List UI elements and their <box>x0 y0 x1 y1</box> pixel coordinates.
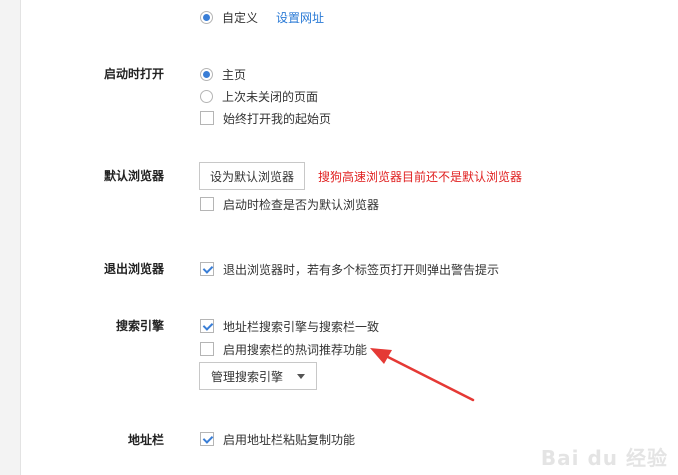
check-default-checkbox[interactable] <box>200 197 214 211</box>
check-default-label: 启动时检查是否为默认浏览器 <box>223 197 380 212</box>
address-bar-section-title: 地址栏 <box>127 433 164 447</box>
homepage-radio[interactable] <box>200 67 213 81</box>
custom-label: 自定义 <box>222 10 259 25</box>
warn-multiple-tabs-checkbox[interactable] <box>200 262 214 276</box>
address-bar-paste-checkbox[interactable] <box>200 432 214 446</box>
check-default-on-startup-option[interactable]: 启动时检查是否为默认浏览器 <box>200 195 379 213</box>
homepage-custom-option[interactable]: 自定义 设置网址 <box>200 8 324 26</box>
manage-search-engine-button[interactable]: 管理搜索引擎 <box>199 362 317 390</box>
hot-recommend-label: 启用搜索栏的热词推荐功能 <box>223 342 368 357</box>
sync-search-engine-option[interactable]: 地址栏搜索引擎与搜索栏一致 <box>200 317 379 335</box>
exit-browser-section-title: 退出浏览器 <box>103 262 164 276</box>
search-engine-section-title: 搜索引擎 <box>115 319 164 333</box>
always-open-start-label: 始终打开我的起始页 <box>223 111 332 126</box>
address-bar-paste-option[interactable]: 启用地址栏粘贴复制功能 <box>200 430 355 448</box>
default-browser-section-title: 默认浏览器 <box>103 169 164 183</box>
startup-option-last-session[interactable]: 上次未关闭的页面 <box>200 87 318 105</box>
set-url-link[interactable]: 设置网址 <box>276 9 324 26</box>
manage-search-engine-label: 管理搜索引擎 <box>210 369 283 384</box>
default-browser-warning: 搜狗高速浏览器目前还不是默认浏览器 <box>318 170 523 184</box>
custom-radio[interactable] <box>200 10 213 24</box>
baidu-watermark-logo: Bai du 经验 <box>540 446 668 470</box>
last-session-radio-label: 上次未关闭的页面 <box>222 89 319 104</box>
set-default-browser-button[interactable]: 设为默认浏览器 <box>199 162 305 190</box>
sync-search-engine-checkbox[interactable] <box>200 319 214 333</box>
address-bar-paste-label: 启用地址栏粘贴复制功能 <box>223 432 356 447</box>
warn-multiple-tabs-label: 退出浏览器时，若有多个标签页打开则弹出警告提示 <box>223 262 500 277</box>
always-open-start-option[interactable]: 始终打开我的起始页 <box>200 109 331 127</box>
chevron-down-icon <box>297 373 305 379</box>
hot-recommend-option[interactable]: 启用搜索栏的热词推荐功能 <box>200 340 367 358</box>
warn-multiple-tabs-option[interactable]: 退出浏览器时，若有多个标签页打开则弹出警告提示 <box>200 260 499 278</box>
always-open-start-checkbox[interactable] <box>200 111 214 125</box>
startup-section-title: 启动时打开 <box>103 67 164 81</box>
left-sidebar-strip <box>0 0 21 475</box>
hot-recommend-checkbox[interactable] <box>200 342 214 356</box>
homepage-radio-label: 主页 <box>222 67 247 82</box>
last-session-radio[interactable] <box>200 89 213 103</box>
sync-search-engine-label: 地址栏搜索引擎与搜索栏一致 <box>223 319 380 334</box>
startup-option-homepage[interactable]: 主页 <box>200 65 246 83</box>
